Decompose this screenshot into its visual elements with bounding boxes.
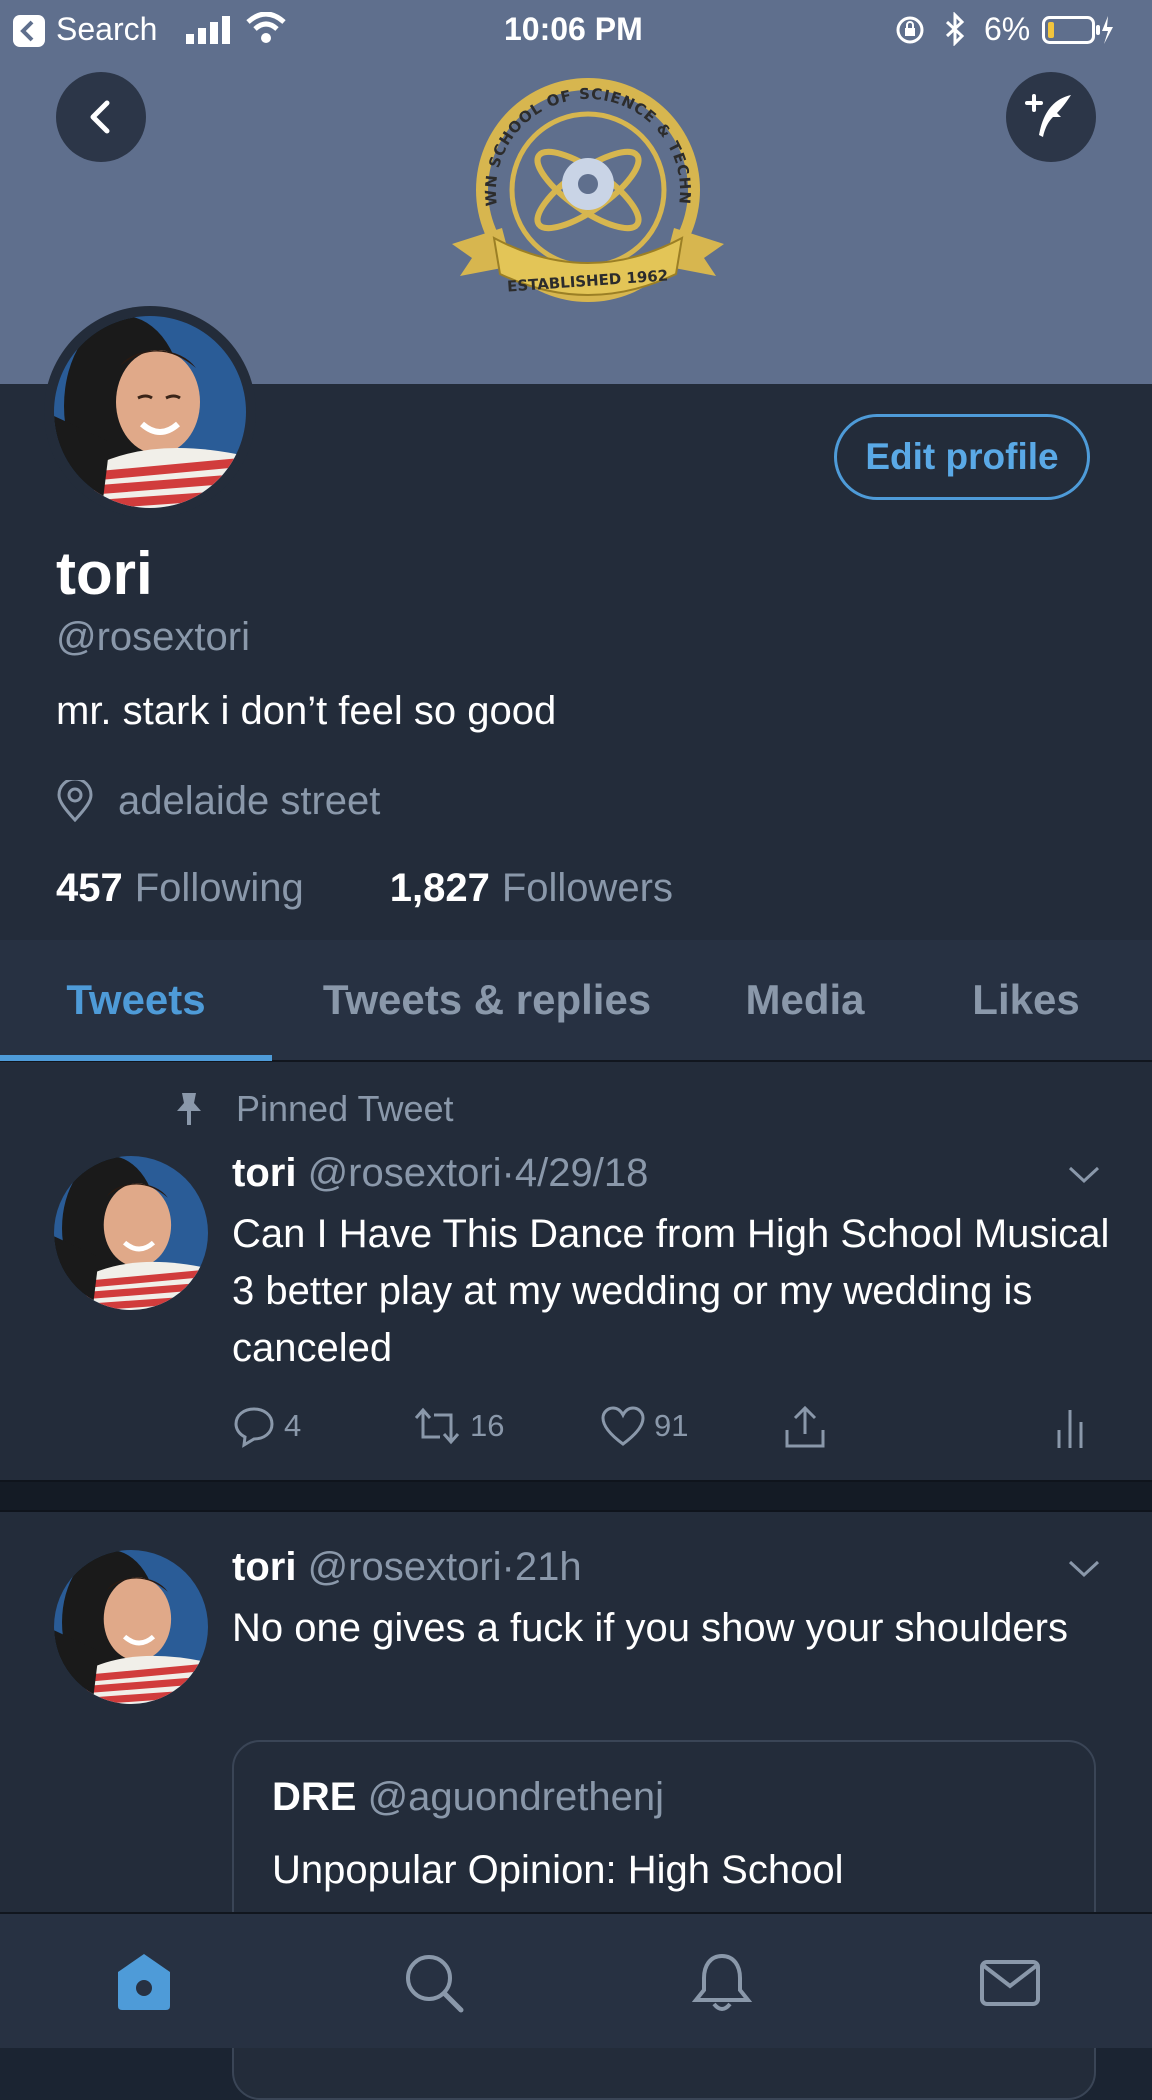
profile-tabs: Tweets Tweets & replies Media Likes xyxy=(0,940,1152,1062)
edit-profile-button[interactable]: Edit profile xyxy=(834,414,1090,500)
quoted-author-name: DRE xyxy=(272,1775,357,1819)
avatar-photo xyxy=(54,1550,208,1704)
quoted-tweet-text: Unpopular Opinion: High School xyxy=(272,1848,844,1892)
signal-icon xyxy=(186,14,232,52)
location-pin-icon xyxy=(57,780,93,822)
tweet-avatar[interactable] xyxy=(54,1550,208,1704)
orientation-lock-icon xyxy=(894,14,926,54)
tweet-menu-chevron-down-icon[interactable] xyxy=(1066,1162,1102,1191)
compose-tweet-button[interactable] xyxy=(1006,72,1096,162)
chevron-left-icon xyxy=(90,100,110,134)
avatar-photo xyxy=(54,316,246,508)
tweet-actions: 4 16 91 xyxy=(232,1404,1112,1454)
quoted-author-handle: @aguondrethenj xyxy=(367,1775,664,1819)
tweet-menu-chevron-down-icon[interactable] xyxy=(1066,1556,1102,1585)
retweet-button[interactable]: 16 xyxy=(412,1404,504,1448)
share-button[interactable] xyxy=(782,1404,828,1450)
pin-icon xyxy=(177,1093,201,1125)
tweet-header: tori @rosextori·4/29/18 xyxy=(232,1148,648,1198)
tweet-header: tori @rosextori·21h xyxy=(232,1542,582,1592)
pinned-label-text: Pinned Tweet xyxy=(236,1088,454,1129)
home-icon[interactable] xyxy=(108,1946,180,2018)
mail-icon[interactable] xyxy=(974,1946,1046,2018)
compose-feather-icon xyxy=(1025,94,1071,137)
tweet-separator-gap xyxy=(0,1480,1152,1512)
bell-icon[interactable] xyxy=(686,1946,758,2018)
tab-tweets[interactable]: Tweets xyxy=(0,940,272,1060)
location-text: adelaide street xyxy=(118,778,381,823)
profile-location: adelaide street xyxy=(56,776,380,826)
tweet-separator: · xyxy=(501,1151,515,1195)
reply-button[interactable]: 4 xyxy=(232,1404,301,1448)
tweet-author-handle[interactable]: @rosextori xyxy=(308,1151,502,1195)
avatar-photo xyxy=(54,1156,208,1310)
active-tab-indicator xyxy=(0,1055,272,1061)
tweet-time[interactable]: 21h xyxy=(515,1545,582,1589)
back-button[interactable] xyxy=(56,72,146,162)
quoted-tweet-header: DRE @aguondrethenj xyxy=(272,1772,664,1822)
analytics-button[interactable] xyxy=(1054,1404,1086,1450)
bluetooth-icon xyxy=(944,11,966,54)
followers-count: 1,827 xyxy=(389,865,490,910)
following-label: Following xyxy=(134,865,304,910)
tab-tweets-and-replies[interactable]: Tweets & replies xyxy=(272,940,702,1060)
profile-avatar[interactable] xyxy=(54,316,246,508)
pinned-label: Pinned Tweet xyxy=(174,1086,454,1132)
school-emblem-logo: MIDTOWN SCHOOL OF SCIENCE & TECHNOLOGY E… xyxy=(432,60,724,302)
wifi-icon xyxy=(246,11,286,52)
tab-media[interactable]: Media xyxy=(702,940,908,1060)
reply-count: 4 xyxy=(284,1408,302,1443)
back-to-app-label[interactable]: Search xyxy=(56,10,157,48)
back-to-app-icon[interactable] xyxy=(12,14,46,56)
tweet-separator: · xyxy=(501,1545,515,1589)
tab-likes[interactable]: Likes xyxy=(908,940,1144,1060)
retweet-icon xyxy=(414,1407,460,1445)
like-button[interactable]: 91 xyxy=(600,1404,688,1448)
followers-label: Followers xyxy=(501,865,673,910)
battery-icon xyxy=(1042,14,1114,54)
tweet-avatar[interactable] xyxy=(54,1156,208,1310)
following-link[interactable]: 457 Following xyxy=(56,866,304,911)
analytics-icon xyxy=(1057,1410,1083,1448)
tweet-time[interactable]: 4/29/18 xyxy=(515,1151,648,1195)
profile-bio: mr. stark i don’t feel so good xyxy=(56,689,557,733)
like-count: 91 xyxy=(654,1408,689,1443)
retweet-count: 16 xyxy=(470,1408,505,1443)
tweet-author-name[interactable]: tori xyxy=(232,1545,296,1589)
bottom-navigation xyxy=(0,1912,1152,2048)
profile-display-name: tori xyxy=(56,540,153,607)
share-icon xyxy=(785,1405,825,1448)
followers-link[interactable]: 1,827 Followers xyxy=(390,866,673,911)
battery-percent: 6% xyxy=(984,11,1031,47)
search-icon[interactable] xyxy=(397,1946,469,2018)
status-bar: Search 10:06 PM 6% xyxy=(0,0,1152,58)
status-time: 10:06 PM xyxy=(504,11,643,47)
tweet-text: Can I Have This Dance from High School M… xyxy=(232,1212,1110,1370)
follow-counts: 457 Following 1,827 Followers xyxy=(56,862,673,914)
tweet-author-handle[interactable]: @rosextori xyxy=(308,1545,502,1589)
heart-icon xyxy=(601,1406,645,1446)
tweet-text: No one gives a fuck if you show your sho… xyxy=(232,1606,1068,1650)
following-count: 457 xyxy=(56,865,123,910)
tweet-author-name[interactable]: tori xyxy=(232,1151,296,1195)
reply-icon xyxy=(234,1407,274,1448)
profile-handle: @rosextori xyxy=(56,615,250,659)
